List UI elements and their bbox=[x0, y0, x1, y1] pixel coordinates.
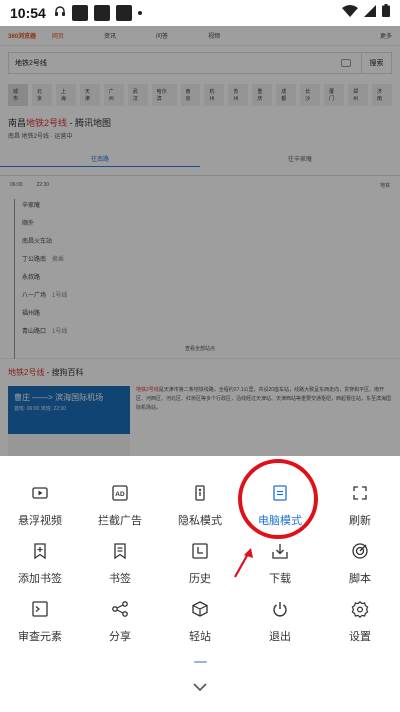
add-bookmark-icon bbox=[31, 542, 49, 565]
menu-item-label: 添加书签 bbox=[18, 573, 62, 585]
script-icon bbox=[351, 542, 369, 565]
notification-icon bbox=[115, 5, 132, 21]
menu-item-label: 悬浮视频 bbox=[18, 515, 62, 527]
modal-overlay[interactable] bbox=[0, 26, 400, 456]
download-icon bbox=[271, 542, 289, 565]
menu-item-label: 审查元素 bbox=[18, 631, 62, 643]
menu-item-light-site[interactable]: 轻站 bbox=[160, 586, 240, 644]
menu-item-label: 隐私模式 bbox=[178, 515, 222, 527]
svg-text:AD: AD bbox=[115, 491, 125, 498]
notification-icon bbox=[71, 5, 88, 21]
floating-video-icon bbox=[31, 484, 49, 507]
signal-icon bbox=[364, 4, 376, 22]
inspect-element-icon bbox=[31, 600, 49, 623]
wifi-icon bbox=[342, 4, 358, 22]
settings-icon bbox=[351, 600, 369, 623]
highlight-circle bbox=[238, 459, 318, 539]
more-notifications-icon bbox=[137, 11, 142, 15]
privacy-mode-icon bbox=[191, 484, 209, 507]
menu-item-share[interactable]: 分享 bbox=[80, 586, 160, 644]
menu-item-label: 历史 bbox=[189, 573, 211, 585]
menu-item-history[interactable]: 历史 bbox=[160, 528, 240, 586]
menu-item-exit[interactable]: 退出 bbox=[240, 586, 320, 644]
chevron-down-icon[interactable] bbox=[190, 680, 210, 694]
menu-item-settings[interactable]: 设置 bbox=[320, 586, 400, 644]
menu-item-label: 书签 bbox=[109, 573, 131, 585]
menu-item-add-bookmark[interactable]: 添加书签 bbox=[0, 528, 80, 586]
status-bar: 10:54 bbox=[0, 0, 400, 26]
menu-item-label: 脚本 bbox=[349, 573, 371, 585]
menu-item-label: 下载 bbox=[269, 573, 291, 585]
menu-item-label: 刷新 bbox=[349, 515, 371, 527]
menu-item-bookmarks[interactable]: 书签 bbox=[80, 528, 160, 586]
menu-item-script[interactable]: 脚本 bbox=[320, 528, 400, 586]
menu-item-label: 退出 bbox=[269, 631, 291, 643]
notification-icon bbox=[93, 5, 110, 21]
menu-item-label: 拦截广告 bbox=[98, 515, 142, 527]
menu-item-refresh[interactable]: 刷新 bbox=[320, 470, 400, 528]
menu-item-label: 设置 bbox=[349, 631, 371, 643]
annotation-arrow bbox=[234, 548, 253, 578]
bookmarks-icon bbox=[111, 542, 129, 565]
history-icon bbox=[191, 542, 209, 565]
menu-item-inspect-element[interactable]: 审查元素 bbox=[0, 586, 80, 644]
menu-item-label: 分享 bbox=[109, 631, 131, 643]
share-icon bbox=[111, 600, 129, 623]
browser-menu-sheet: 悬浮视频 AD 拦截广告 隐私模式 电脑模式 刷新 添加书签 书签 历史 下载 脚本 审查元素 分享 轻站… bbox=[0, 456, 400, 712]
refresh-icon bbox=[351, 484, 369, 507]
menu-item-label: 轻站 bbox=[189, 631, 211, 643]
menu-item-ad-block[interactable]: AD 拦截广告 bbox=[80, 470, 160, 528]
exit-icon bbox=[271, 600, 289, 623]
menu-grid: 悬浮视频 AD 拦截广告 隐私模式 电脑模式 刷新 添加书签 书签 历史 下载 脚本 审查元素 分享 轻站… bbox=[0, 470, 400, 644]
headphones-icon bbox=[54, 4, 66, 22]
battery-icon bbox=[382, 4, 390, 22]
light-site-icon bbox=[191, 600, 209, 623]
ad-block-icon: AD bbox=[111, 484, 129, 507]
menu-item-privacy-mode[interactable]: 隐私模式 bbox=[160, 470, 240, 528]
menu-item-floating-video[interactable]: 悬浮视频 bbox=[0, 470, 80, 528]
page-indicator bbox=[194, 661, 207, 663]
status-time: 10:54 bbox=[10, 5, 46, 21]
